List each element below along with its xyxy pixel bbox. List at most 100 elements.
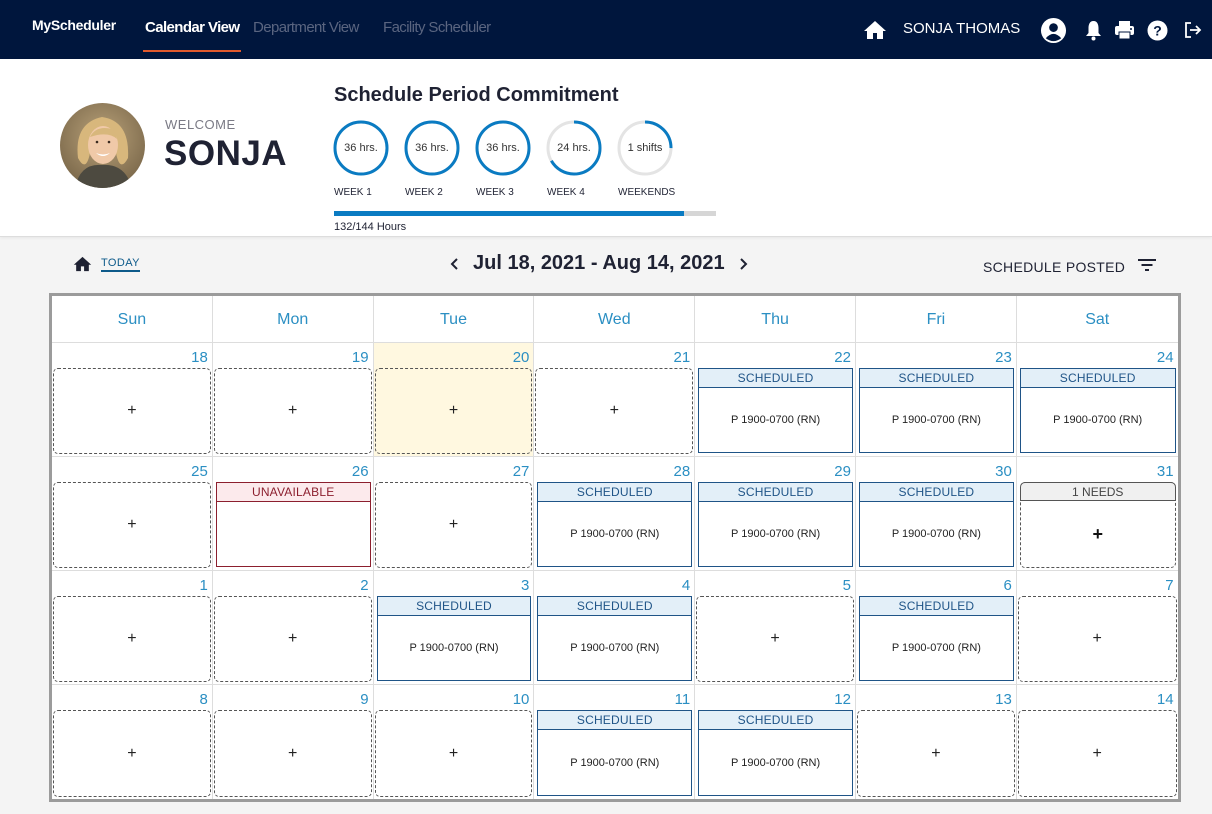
tab-facility-scheduler[interactable]: Facility Scheduler: [383, 19, 491, 36]
home-icon[interactable]: [862, 19, 888, 41]
plus-icon: +: [127, 744, 137, 762]
calendar-day-cell: 19 +: [212, 343, 374, 457]
add-shift-slot[interactable]: +: [53, 710, 211, 797]
scheduled-shift-card[interactable]: SCHEDULED P 1900-0700 (RN): [537, 710, 693, 796]
add-shift-slot[interactable]: +: [374, 368, 533, 454]
day-number: 12: [834, 691, 851, 708]
day-of-week-header: Thu: [695, 296, 856, 343]
ring-label-week-1: WEEK 1: [334, 187, 372, 198]
shift-time-label: P 1900-0700 (RN): [891, 414, 981, 426]
scheduled-shift-card[interactable]: SCHEDULED P 1900-0700 (RN): [698, 482, 853, 567]
tab-calendar-view[interactable]: Calendar View: [142, 19, 242, 52]
unavailable-card[interactable]: UNAVAILABLE: [215, 482, 371, 567]
add-shift-slot[interactable]: +: [1017, 596, 1177, 682]
needs-slot[interactable]: 1 NEEDS +: [1019, 482, 1176, 568]
ring-value: 1 shifts: [627, 142, 663, 154]
commitment-ring-weekends: 1 shifts: [617, 120, 673, 176]
app-brand[interactable]: MyScheduler: [32, 17, 116, 33]
calendar-day-cell: 28 SCHEDULED P 1900-0700 (RN): [534, 457, 696, 571]
calendar-day-cell: 7 +: [1016, 571, 1178, 685]
add-shift-slot[interactable]: +: [53, 368, 211, 454]
add-shift-slot[interactable]: +: [857, 710, 1015, 797]
shift-time-label: P 1900-0700 (RN): [570, 528, 660, 540]
scheduled-shift-card[interactable]: SCHEDULED P 1900-0700 (RN): [859, 482, 1014, 567]
plus-icon: +: [448, 402, 459, 419]
plus-icon: +: [770, 630, 780, 647]
next-period-button[interactable]: [739, 257, 749, 271]
logout-icon[interactable]: [1183, 20, 1203, 40]
day-number: 14: [1156, 691, 1174, 708]
scheduled-shift-card[interactable]: SCHEDULED P 1900-0700 (RN): [537, 482, 693, 567]
add-shift-slot[interactable]: +: [374, 710, 533, 797]
calendar-day-cell: 3 SCHEDULED P 1900-0700 (RN): [373, 571, 535, 685]
chevron-right-icon: [739, 257, 748, 270]
scheduled-shift-card[interactable]: SCHEDULED P 1900-0700 (RN): [698, 368, 853, 453]
plus-icon: +: [448, 516, 459, 533]
add-shift-slot[interactable]: +: [374, 482, 533, 568]
calendar-day-cell: 10 +: [374, 685, 535, 799]
calendar-day-cell: 29 SCHEDULED P 1900-0700 (RN): [695, 457, 856, 571]
calendar-day-cell: 9 +: [213, 685, 374, 799]
day-number: 22: [834, 349, 851, 366]
filter-icon[interactable]: [1137, 257, 1157, 278]
scheduled-shift-card[interactable]: SCHEDULED P 1900-0700 (RN): [376, 596, 532, 681]
add-shift-slot[interactable]: +: [696, 596, 854, 682]
shift-status-label: SCHEDULED: [538, 483, 692, 502]
day-of-week-header: Fri: [856, 296, 1017, 343]
plus-icon: +: [1092, 524, 1103, 544]
scheduled-shift-card[interactable]: SCHEDULED P 1900-0700 (RN): [537, 596, 693, 681]
previous-period-button[interactable]: [449, 257, 459, 271]
chevron-left-icon: [450, 257, 458, 270]
calendar-day-cell: 1 +: [52, 571, 213, 685]
date-range-label: Jul 18, 2021 - Aug 14, 2021: [473, 252, 725, 274]
add-shift-slot[interactable]: +: [213, 596, 372, 682]
day-number: 30: [995, 463, 1012, 480]
day-number: 27: [512, 463, 530, 480]
print-icon[interactable]: [1113, 19, 1135, 41]
scheduled-shift-card[interactable]: SCHEDULED P 1900-0700 (RN): [859, 596, 1014, 681]
shift-status-label: SCHEDULED: [860, 597, 1013, 616]
day-number: 9: [360, 691, 369, 708]
day-number: 24: [1156, 349, 1174, 366]
date-navigator: Jul 18, 2021 - Aug 14, 2021: [449, 252, 749, 275]
shift-status-label: SCHEDULED: [860, 483, 1013, 502]
today-button[interactable]: TODAY: [73, 256, 140, 272]
day-of-week-header: Sat: [1085, 310, 1110, 328]
add-shift-slot[interactable]: +: [53, 596, 211, 682]
day-number: 20: [512, 349, 530, 366]
shift-time-label: P 1900-0700 (RN): [570, 756, 660, 769]
avatar: [60, 103, 145, 188]
day-number: 7: [1165, 577, 1174, 594]
calendar-day-cell: 18 +: [52, 343, 213, 457]
today-link[interactable]: TODAY: [101, 257, 140, 272]
help-icon[interactable]: ?: [1146, 19, 1168, 41]
bell-icon[interactable]: [1083, 19, 1103, 41]
hours-progress-bar: [334, 211, 716, 216]
scheduled-shift-card[interactable]: SCHEDULED P 1900-0700 (RN): [1019, 368, 1176, 453]
shift-status-label: SCHEDULED: [377, 597, 531, 616]
add-shift-slot[interactable]: +: [535, 368, 694, 454]
day-number: 31: [1156, 463, 1174, 480]
plus-icon: +: [931, 744, 941, 762]
plus-icon: +: [1092, 630, 1102, 647]
add-shift-slot[interactable]: +: [213, 368, 372, 454]
calendar-day-cell: 4 SCHEDULED P 1900-0700 (RN): [534, 571, 696, 685]
calendar-day-cell: 21 +: [534, 343, 696, 457]
scheduled-shift-card[interactable]: SCHEDULED P 1900-0700 (RN): [859, 368, 1014, 453]
add-shift-slot[interactable]: +: [53, 482, 211, 568]
shift-time-label: P 1900-0700 (RN): [891, 528, 981, 540]
add-shift-slot[interactable]: +: [1017, 710, 1177, 797]
scheduled-shift-card[interactable]: SCHEDULED P 1900-0700 (RN): [698, 710, 853, 796]
user-name[interactable]: SONJA THOMAS: [903, 20, 1020, 37]
add-shift-slot[interactable]: +: [213, 710, 372, 797]
user-circle-icon[interactable]: [1039, 16, 1067, 44]
plus-icon: +: [609, 402, 619, 419]
day-of-week-header: Tue: [374, 296, 535, 343]
day-number: 2: [360, 577, 369, 594]
welcome-name: SONJA: [164, 134, 288, 173]
commitment-ring-week-1: 36 hrs.: [333, 120, 389, 176]
tab-department-view[interactable]: Department View: [253, 19, 359, 36]
commitment-ring-week-4: 24 hrs.: [546, 120, 602, 176]
shift-status-label: SCHEDULED: [699, 483, 852, 502]
shift-time-label: P 1900-0700 (RN): [409, 642, 499, 654]
